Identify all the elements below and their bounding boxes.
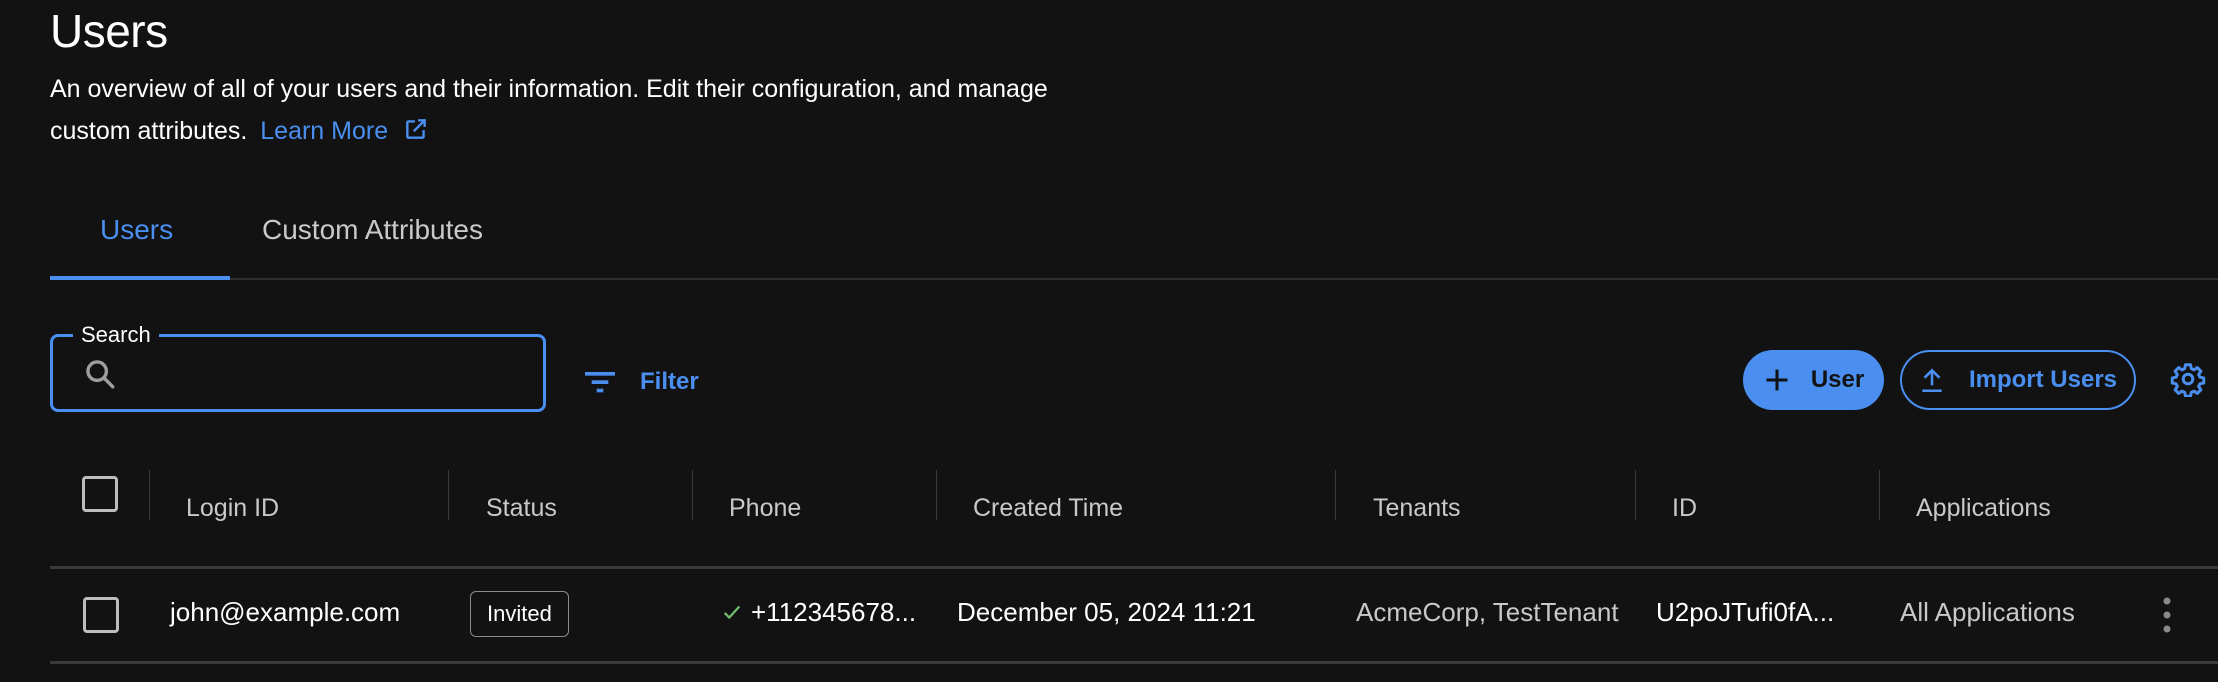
applications-cell: All Applications [1900, 597, 2075, 627]
search-icon [86, 360, 115, 389]
tab-custom-attributes[interactable]: Custom Attributes [262, 214, 483, 246]
column-separator [1335, 470, 1336, 520]
login-id-cell: john@example.com [170, 597, 401, 627]
column-separator [1879, 470, 1880, 520]
tab-users[interactable]: Users [100, 214, 173, 246]
users-page: Users An overview of all of your users a… [0, 0, 2218, 682]
row-checkbox[interactable] [83, 597, 119, 633]
phone-cell: +112345678... [721, 597, 916, 628]
tenants-cell: AcmeCorp, TestTenant [1356, 597, 1619, 627]
add-user-label: User [1810, 366, 1865, 393]
more-options-icon[interactable] [2162, 595, 2172, 635]
search-input[interactable] [133, 351, 527, 397]
page-description: An overview of all of your users and the… [50, 68, 1110, 152]
add-user-button[interactable]: User [1743, 350, 1884, 410]
column-header-applications[interactable]: Applications [1916, 494, 2051, 523]
column-separator [1635, 470, 1636, 520]
active-tab-indicator [50, 276, 230, 280]
column-separator [692, 470, 693, 520]
table-row[interactable]: john@example.com Invited +112345678... D… [50, 569, 2218, 664]
external-link-icon [406, 119, 426, 139]
gear-icon[interactable] [2170, 361, 2206, 397]
column-separator [936, 470, 937, 520]
select-all-checkbox[interactable] [82, 476, 118, 512]
column-header-tenants[interactable]: Tenants [1373, 494, 1461, 523]
verified-check-icon [723, 605, 741, 620]
filter-icon [585, 372, 615, 393]
column-separator [448, 470, 449, 520]
learn-more-link[interactable]: Learn More [260, 117, 429, 145]
import-users-button[interactable]: Import Users [1900, 350, 2136, 410]
id-cell: U2poJTufi0fA... [1656, 597, 1835, 627]
filter-button[interactable]: Filter [580, 362, 699, 402]
search-label: Search [73, 322, 159, 348]
table-header: Login ID Status Phone Created Time Tenan… [50, 456, 2218, 569]
column-header-phone[interactable]: Phone [729, 494, 801, 523]
column-header-id[interactable]: ID [1672, 494, 1697, 523]
upload-icon [1922, 368, 1942, 393]
created-time-cell: December 05, 2024 11:21 [957, 597, 1256, 627]
column-header-status[interactable]: Status [486, 494, 557, 523]
column-header-login-id[interactable]: Login ID [186, 494, 279, 523]
phone-value: +112345678... [751, 597, 917, 627]
plus-icon [1766, 369, 1788, 391]
filter-label: Filter [640, 368, 699, 395]
status-label: Invited [487, 601, 552, 626]
description-text: An overview of all of your users and the… [50, 75, 1048, 145]
import-users-label: Import Users [1968, 366, 2118, 393]
page-title: Users [50, 5, 168, 57]
status-badge: Invited [470, 591, 569, 637]
learn-more-label: Learn More [260, 117, 389, 145]
column-header-created-time[interactable]: Created Time [973, 494, 1123, 523]
tab-bar: Users Custom Attributes [50, 200, 2218, 280]
search-field[interactable]: Search [50, 322, 546, 412]
column-separator [149, 470, 150, 520]
